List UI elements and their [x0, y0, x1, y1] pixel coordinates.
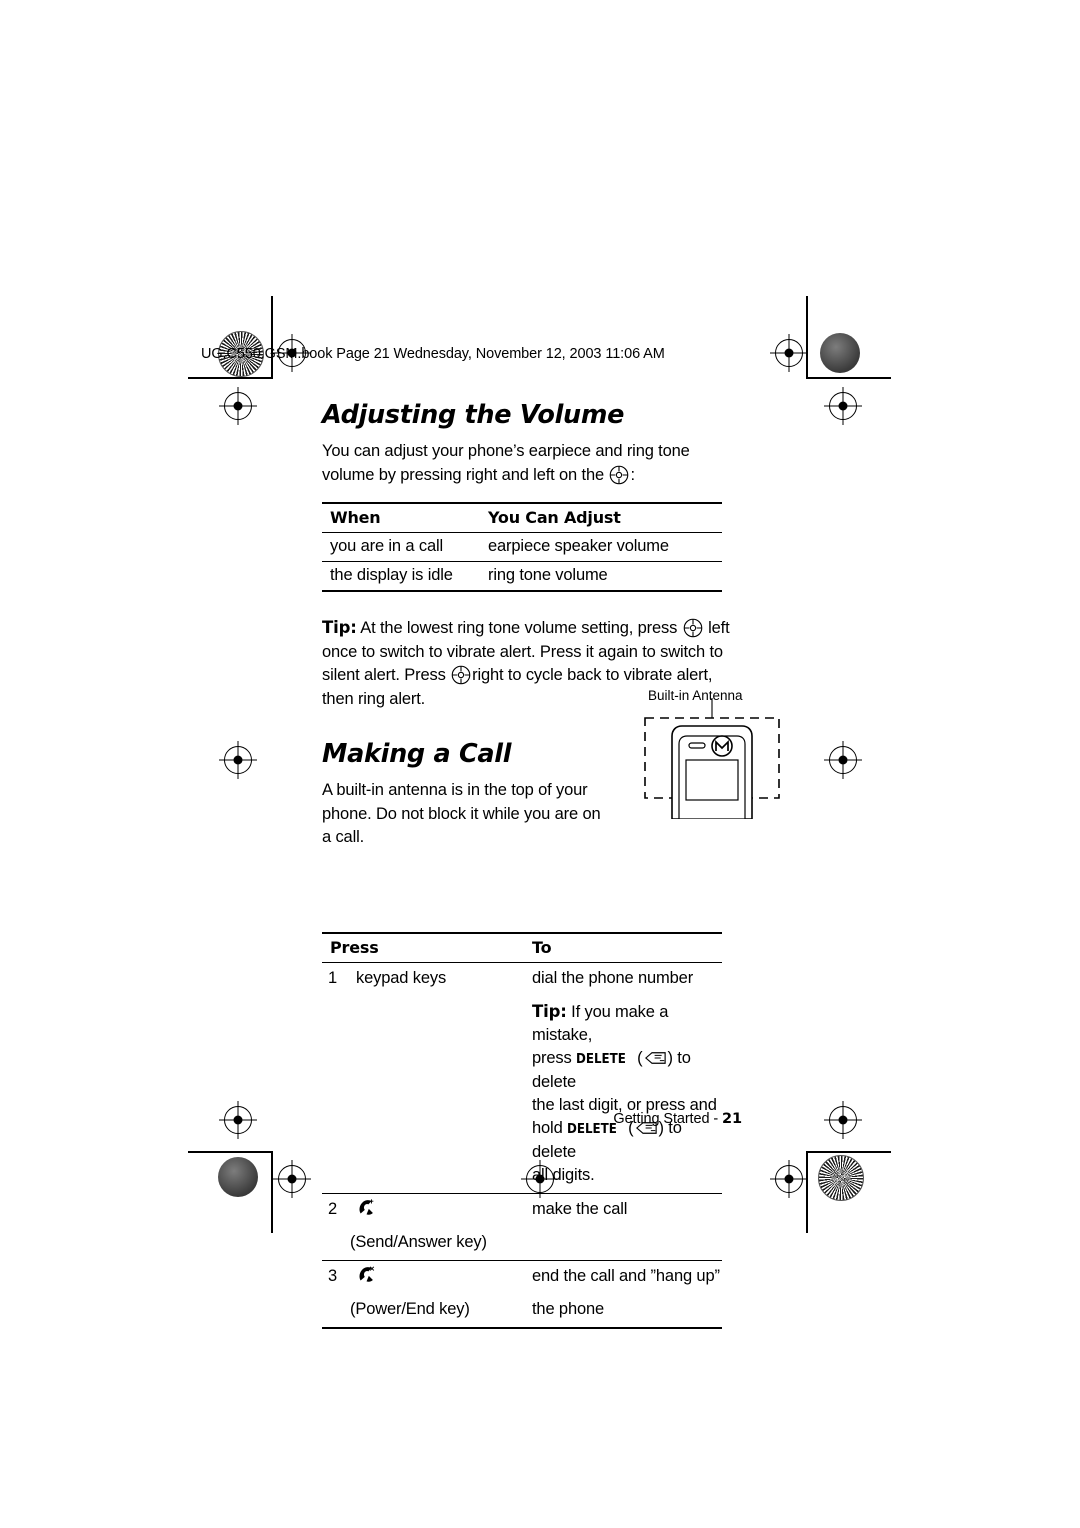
delete-key-label: DELETE: [567, 1120, 617, 1137]
registration-mark-left-lower: [224, 1106, 252, 1134]
step-to-3-line2: the phone: [524, 1293, 722, 1329]
cell-adjust-1: earpiece speaker volume: [480, 532, 722, 562]
page-content: Adjusting the Volume You can adjust your…: [322, 400, 742, 1329]
step-number-2: 2: [328, 1199, 338, 1218]
tip-text-7: all digits.: [532, 1165, 595, 1184]
table-row: you are in a call earpiece speaker volum…: [322, 532, 722, 562]
step-number-spacer: [322, 995, 348, 1194]
crop-mark-top-right-h: [806, 377, 891, 379]
column-header-you-can-adjust: You Can Adjust: [480, 502, 722, 533]
crop-mark-bottom-right-v: [806, 1151, 808, 1233]
registration-mark-left-middle: [224, 746, 252, 774]
crop-mark-bottom-left-v: [271, 1151, 273, 1233]
adjusting-volume-intro: You can adjust your phone’s earpiece and…: [322, 440, 742, 487]
tip-label: Tip:: [532, 1001, 567, 1021]
registration-mark-right-upper: [829, 392, 857, 420]
step-to-1: dial the phone number: [532, 968, 694, 987]
step-number-3: 3: [328, 1266, 338, 1285]
gray-dot-top-right: [820, 333, 860, 373]
cell-when-2: the display is idle: [322, 561, 480, 592]
starburst-mark-bottom-right: [818, 1155, 864, 1201]
table-header-row: Press To: [322, 931, 722, 963]
step-press-3-label: (Power/End key): [348, 1293, 524, 1329]
step-to-3-line1: end the call and ”hang up”: [532, 1266, 720, 1285]
cell-when-1: you are in a call: [322, 532, 480, 562]
column-header-when: When: [322, 502, 480, 533]
table-row: 3 end the call and ”hang up”: [322, 1260, 722, 1294]
registration-mark-bottom-right: [775, 1165, 803, 1193]
making-call-steps-table: Press To 1 keypad keys dial the phone nu…: [322, 931, 722, 1329]
step-press-3: [348, 1260, 524, 1294]
registration-mark-right-middle: [829, 746, 857, 774]
crop-mark-top-left-v: [271, 296, 273, 378]
adjusting-volume-intro-colon: :: [630, 465, 635, 484]
table-row: the display is idle ring tone volume: [322, 561, 722, 592]
section-title-adjusting-the-volume: Adjusting the Volume: [322, 400, 625, 430]
volume-adjust-table: When You Can Adjust you are in a call ea…: [322, 502, 722, 592]
step-number-1: 1: [328, 968, 338, 987]
page-footer: Getting Started - 21: [613, 1111, 742, 1127]
send-answer-key-icon: [356, 1198, 378, 1218]
step-press-2-label: (Send/Answer key): [348, 1226, 524, 1261]
step-number-spacer: [322, 1226, 348, 1261]
crop-mark-bottom-right-h: [806, 1151, 891, 1153]
crop-mark-top-left-h: [188, 377, 273, 379]
step-to-1-tip: Tip: If you make a mistake, press DELETE…: [524, 995, 722, 1194]
step-press-1: keypad keys: [356, 968, 447, 987]
built-in-antenna-figure: [642, 684, 782, 820]
footer-chapter: Getting Started -: [613, 1111, 723, 1127]
navigation-key-icon: [609, 465, 629, 485]
footer-page-number: 21: [722, 1111, 742, 1127]
tip-label: Tip:: [322, 618, 357, 637]
delete-key-icon: [644, 1049, 667, 1064]
gray-dot-bottom-left: [218, 1157, 258, 1197]
step-number-spacer: [322, 1293, 348, 1329]
column-header-press: Press: [322, 931, 524, 963]
table-header-row: When You Can Adjust: [322, 502, 722, 533]
power-end-key-icon: [356, 1265, 378, 1285]
crop-mark-bottom-left-h: [188, 1151, 273, 1153]
table-row: (Power/End key) the phone: [322, 1293, 722, 1329]
book-file-header: UG.C550.GSM.book Page 21 Wednesday, Nove…: [201, 346, 665, 362]
step-press-2: [348, 1193, 524, 1227]
making-call-intro: A built-in antenna is in the top of your…: [322, 781, 601, 846]
manual-page: UG.C550.GSM.book Page 21 Wednesday, Nove…: [0, 0, 1080, 1528]
table-row: Tip: If you make a mistake, press DELETE…: [322, 995, 722, 1194]
table-row: (Send/Answer key): [322, 1226, 722, 1261]
tip-text-5: hold: [532, 1118, 563, 1137]
table-row: 1 keypad keys dial the phone number: [322, 962, 722, 996]
registration-mark-left-upper: [224, 392, 252, 420]
step-press-spacer: [348, 995, 524, 1194]
tip-text-2: press: [532, 1048, 572, 1067]
step-to-2-spacer: [524, 1226, 722, 1261]
registration-mark-top-right: [775, 339, 803, 367]
tip-text-part1: At the lowest ring tone volume setting, …: [356, 619, 678, 637]
cell-adjust-2: ring tone volume: [480, 561, 722, 592]
step-to-2: make the call: [532, 1199, 628, 1218]
navigation-key-icon: [683, 618, 703, 638]
navigation-key-icon: [451, 665, 471, 685]
registration-mark-bottom-left: [278, 1165, 306, 1193]
column-header-to: To: [524, 931, 722, 963]
delete-key-label: DELETE: [576, 1050, 626, 1067]
crop-mark-top-right-v: [806, 296, 808, 378]
table-row: 2 make the call: [322, 1193, 722, 1227]
registration-mark-right-lower: [829, 1106, 857, 1134]
